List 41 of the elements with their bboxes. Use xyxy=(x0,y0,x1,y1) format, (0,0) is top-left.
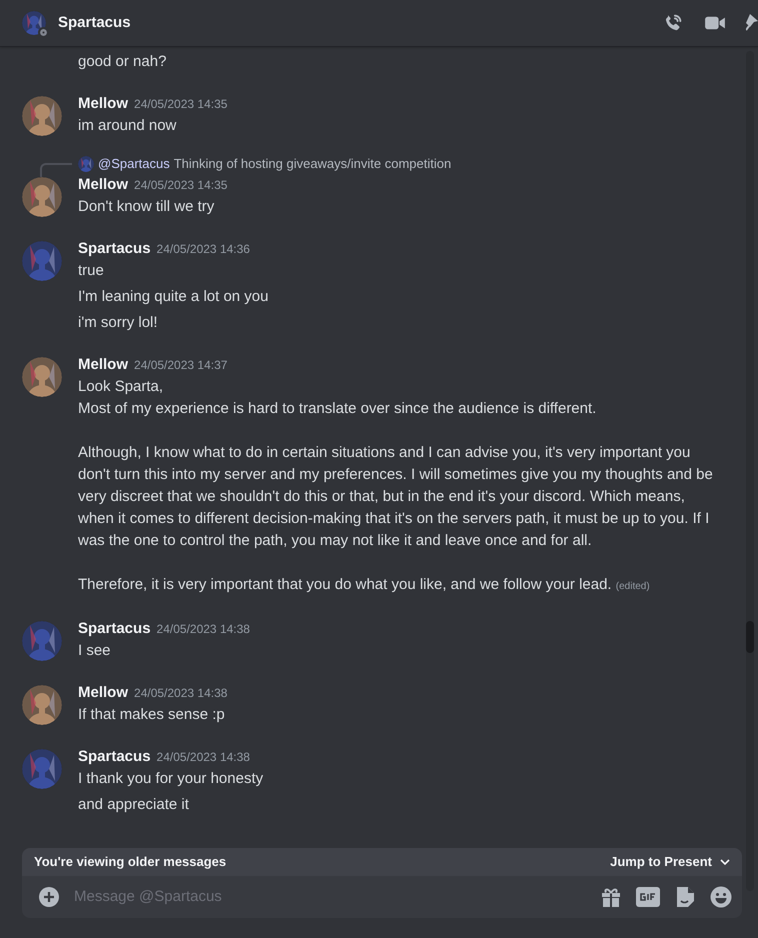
username[interactable]: Spartacus xyxy=(78,620,151,636)
message-text: true xyxy=(78,260,105,280)
mention-link[interactable]: @Spartacus xyxy=(98,154,170,174)
message-text: I see xyxy=(78,640,112,660)
message-input[interactable]: Message @Spartacus xyxy=(74,886,586,908)
notice-text: You're viewing older messages xyxy=(34,853,226,872)
video-camera-icon[interactable] xyxy=(704,14,726,32)
jump-to-present-button[interactable]: Jump to Present xyxy=(610,852,730,872)
sticker-icon[interactable] xyxy=(674,886,696,908)
message-text: Don't know till we try xyxy=(78,196,216,216)
message-text: I'm leaning quite a lot on you xyxy=(78,286,270,306)
message-text: If that makes sense :p xyxy=(78,704,226,724)
chevron-down-icon xyxy=(720,859,730,865)
username[interactable]: Spartacus xyxy=(78,748,151,764)
username[interactable]: Mellow xyxy=(78,684,128,700)
username[interactable]: Spartacus xyxy=(78,240,151,256)
username[interactable]: Mellow xyxy=(78,356,128,372)
timestamp: 24/05/2023 14:38 xyxy=(156,622,250,636)
message-field[interactable]: Message @Spartacus xyxy=(22,876,742,918)
username[interactable]: Mellow xyxy=(78,95,128,112)
edited-label: (edited) xyxy=(616,580,650,592)
message-text: I thank you for your honesty xyxy=(78,768,264,788)
reply-preview[interactable]: Thinking of hosting giveaways/invite competition xyxy=(174,154,452,174)
gif-button[interactable] xyxy=(636,887,660,907)
scrollbar-thumb[interactable] xyxy=(746,621,754,653)
timestamp: 24/05/2023 14:35 xyxy=(134,178,228,192)
message-text: im around now xyxy=(78,116,178,136)
timestamp: 24/05/2023 14:38 xyxy=(134,686,228,700)
message-text: and appreciate it xyxy=(78,794,190,814)
gift-icon[interactable] xyxy=(600,886,622,908)
timestamp: 24/05/2023 14:36 xyxy=(156,242,250,256)
timestamp: 24/05/2023 14:38 xyxy=(156,750,250,764)
emoji-icon[interactable] xyxy=(710,886,732,908)
timestamp: 24/05/2023 14:35 xyxy=(134,97,228,111)
message-text: good or nah? xyxy=(78,52,168,72)
window-title: Spartacus xyxy=(58,12,131,33)
message-text: Look Sparta, Most of my experience is hard to translate over since the audience is different. Although, I know what to do in certain situations and I can advise you, it's very important you don't turn this into my server and my preferences. I will sometimes give you my thoughts and be very discreet that we shouldn't do this or that, but in the end it's your discord. Which means, when it comes to different decision-making that it's on the servers path, it must be up to you. If I was the one to control the path, you may not like it and leave once and for all. Therefore, it is very important that you do what you like, and we follow your lead. (edited) xyxy=(78,376,714,594)
message-text: i'm sorry lol! xyxy=(78,312,159,332)
add-attachment-button[interactable] xyxy=(38,886,60,908)
username[interactable]: Mellow xyxy=(78,176,128,192)
timestamp: 24/05/2023 14:37 xyxy=(134,358,228,372)
